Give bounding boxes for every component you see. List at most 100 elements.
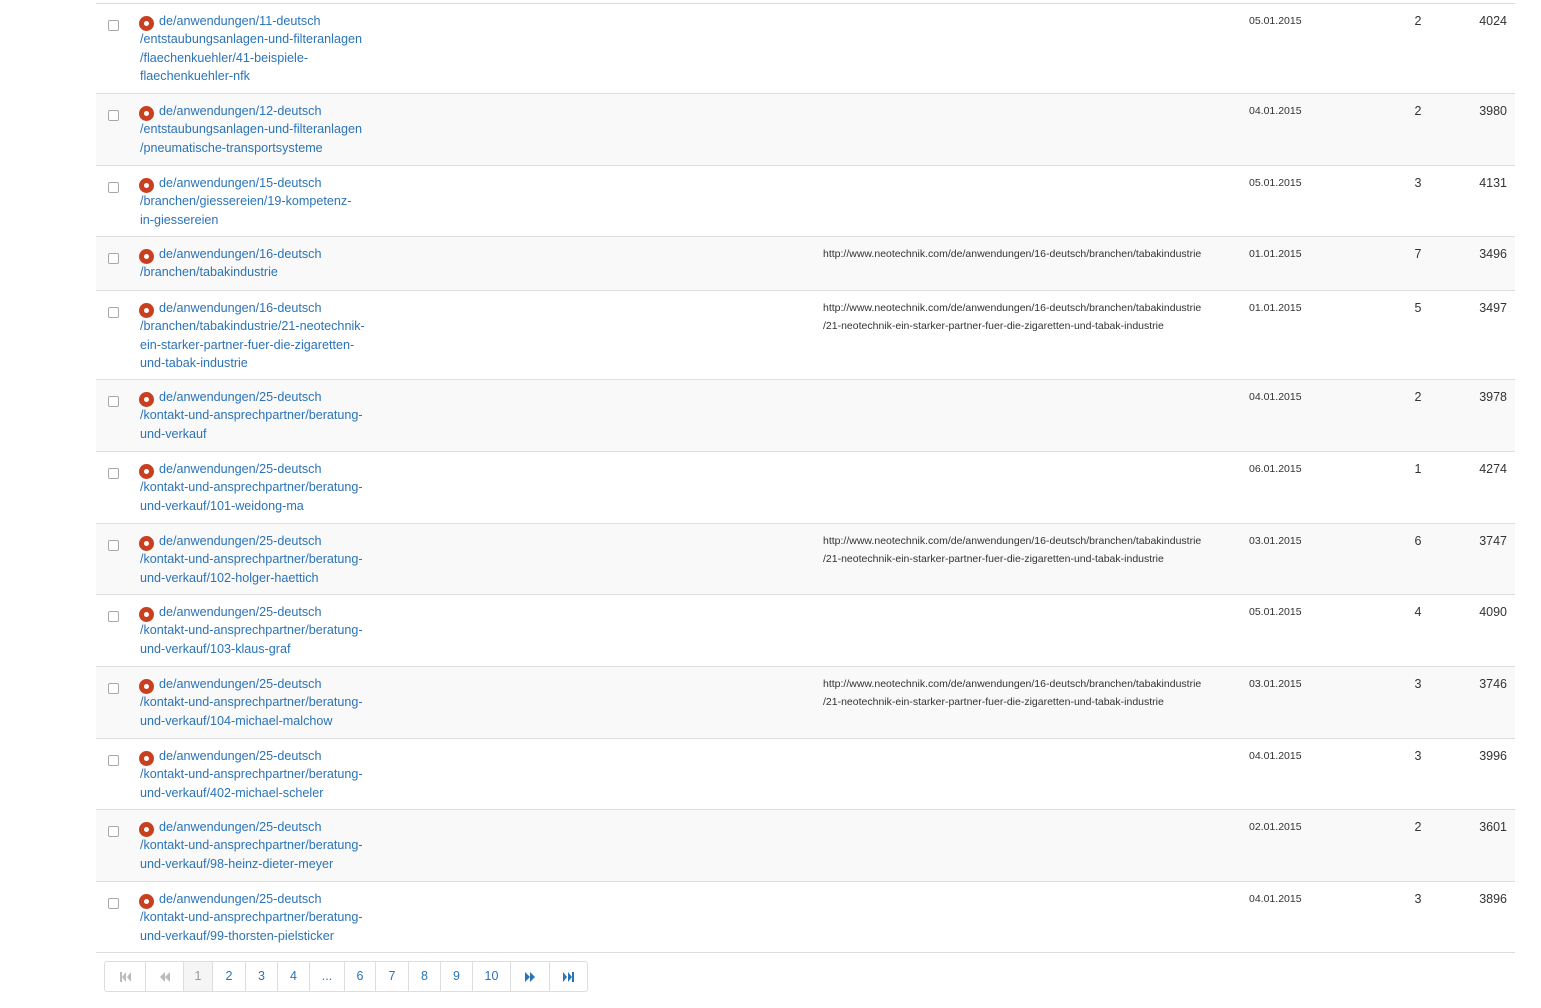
url-link[interactable]: de/anwendungen/16-deutsch /branchen/taba… (139, 299, 384, 372)
previous-page-button[interactable] (145, 962, 183, 991)
pagination: 1 2 3 4... 6 7 8 9 10 (104, 961, 588, 992)
table-row: de/anwendungen/25-deutsch /kontakt-und-a… (96, 739, 1515, 810)
url-text: de/anwendungen/11-deutsch /entstaubungsa… (140, 14, 362, 83)
redirect-table: de/anwendungen/11-deutsch /entstaubungsa… (96, 3, 1515, 953)
url-text: de/anwendungen/25-deutsch /kontakt-und-a… (140, 749, 363, 800)
row-checkbox[interactable] (108, 540, 119, 551)
url-text: de/anwendungen/25-deutsch /kontakt-und-a… (140, 462, 363, 513)
hit-count: 3 (1414, 677, 1422, 691)
table-row: de/anwendungen/25-deutsch /kontakt-und-a… (96, 882, 1515, 953)
pagination-ellipsis[interactable]: ... (309, 962, 344, 991)
url-link[interactable]: de/anwendungen/25-deutsch /kontakt-und-a… (139, 818, 384, 873)
url-text: de/anwendungen/25-deutsch /kontakt-und-a… (140, 820, 363, 871)
status-icon (139, 607, 154, 622)
hit-count: 6 (1414, 534, 1422, 548)
page-1-button[interactable]: 1 (183, 962, 212, 991)
hit-count: 7 (1414, 247, 1422, 261)
url-link[interactable]: de/anwendungen/16-deutsch /branchen/taba… (139, 245, 384, 282)
url-text: de/anwendungen/25-deutsch /kontakt-und-a… (140, 605, 363, 656)
url-text: de/anwendungen/16-deutsch /branchen/taba… (140, 301, 365, 370)
date-text: 04.01.2015 (1249, 105, 1302, 117)
url-text: de/anwendungen/15-deutsch /branchen/gies… (140, 176, 352, 227)
date-text: 04.01.2015 (1249, 893, 1302, 905)
referrer-text: http://www.neotechnik.com/de/anwendungen… (823, 535, 1202, 565)
row-id: 4090 (1479, 605, 1507, 619)
table-row: de/anwendungen/15-deutsch /branchen/gies… (96, 166, 1515, 237)
hit-count: 3 (1414, 892, 1422, 906)
row-id: 3601 (1479, 820, 1507, 834)
page-9-button[interactable]: 9 (440, 962, 472, 991)
status-icon (139, 679, 154, 694)
url-link[interactable]: de/anwendungen/12-deutsch /entstaubungsa… (139, 102, 384, 157)
hit-count: 2 (1414, 14, 1422, 28)
url-text: de/anwendungen/25-deutsch /kontakt-und-a… (140, 534, 363, 585)
row-checkbox[interactable] (108, 683, 119, 694)
page-3-button[interactable]: 3 (245, 962, 277, 991)
page-10-button[interactable]: 10 (472, 962, 510, 991)
status-icon (139, 392, 154, 407)
row-id: 3746 (1479, 677, 1507, 691)
url-link[interactable]: de/anwendungen/25-deutsch /kontakt-und-a… (139, 388, 384, 443)
date-text: 01.01.2015 (1249, 302, 1302, 314)
referrer-text: http://www.neotechnik.com/de/anwendungen… (823, 302, 1202, 332)
status-icon (139, 303, 154, 318)
row-checkbox[interactable] (108, 898, 119, 909)
page-8-button[interactable]: 8 (408, 962, 440, 991)
status-icon (139, 106, 154, 121)
table-row: de/anwendungen/16-deutsch /branchen/taba… (96, 237, 1515, 291)
hit-count: 4 (1414, 605, 1422, 619)
url-link[interactable]: de/anwendungen/25-deutsch /kontakt-und-a… (139, 747, 384, 802)
url-link[interactable]: de/anwendungen/25-deutsch /kontakt-und-a… (139, 603, 384, 658)
url-text: de/anwendungen/25-deutsch /kontakt-und-a… (140, 892, 363, 943)
row-checkbox[interactable] (108, 20, 119, 31)
row-checkbox[interactable] (108, 396, 119, 407)
row-checkbox[interactable] (108, 307, 119, 318)
row-checkbox[interactable] (108, 182, 119, 193)
referrer-text: http://www.neotechnik.com/de/anwendungen… (823, 678, 1202, 708)
row-id: 3996 (1479, 749, 1507, 763)
url-link[interactable]: de/anwendungen/25-deutsch /kontakt-und-a… (139, 532, 384, 587)
table-row: de/anwendungen/25-deutsch /kontakt-und-a… (96, 452, 1515, 524)
row-id: 4024 (1479, 14, 1507, 28)
row-id: 3747 (1479, 534, 1507, 548)
table-row: de/anwendungen/25-deutsch /kontakt-und-a… (96, 667, 1515, 739)
table-row: de/anwendungen/25-deutsch /kontakt-und-a… (96, 380, 1515, 452)
page-4-button[interactable]: 4 (277, 962, 309, 991)
row-checkbox[interactable] (108, 253, 119, 264)
table-row: de/anwendungen/11-deutsch /entstaubungsa… (96, 4, 1515, 94)
referrer-text: http://www.neotechnik.com/de/anwendungen… (823, 248, 1202, 260)
row-id: 3978 (1479, 390, 1507, 404)
first-page-button[interactable] (105, 962, 145, 991)
page-6-button[interactable]: 6 (344, 962, 375, 991)
date-text: 05.01.2015 (1249, 177, 1302, 189)
first-page-icon (119, 969, 131, 983)
row-checkbox[interactable] (108, 826, 119, 837)
row-checkbox[interactable] (108, 755, 119, 766)
row-id: 3980 (1479, 104, 1507, 118)
row-checkbox[interactable] (108, 110, 119, 121)
status-icon (139, 751, 154, 766)
table-row: de/anwendungen/12-deutsch /entstaubungsa… (96, 94, 1515, 166)
url-link[interactable]: de/anwendungen/25-deutsch /kontakt-und-a… (139, 460, 384, 515)
row-id: 4274 (1479, 462, 1507, 476)
row-id: 4131 (1479, 176, 1507, 190)
hit-count: 1 (1414, 462, 1422, 476)
url-link[interactable]: de/anwendungen/25-deutsch /kontakt-und-a… (139, 890, 384, 945)
hit-count: 3 (1414, 176, 1422, 190)
status-icon (139, 16, 154, 31)
url-text: de/anwendungen/12-deutsch /entstaubungsa… (140, 104, 362, 155)
next-page-button[interactable] (510, 962, 549, 991)
row-checkbox[interactable] (108, 468, 119, 479)
url-link[interactable]: de/anwendungen/11-deutsch /entstaubungsa… (139, 12, 384, 85)
url-text: de/anwendungen/16-deutsch /branchen/taba… (140, 247, 322, 280)
url-link[interactable]: de/anwendungen/15-deutsch /branchen/gies… (139, 174, 384, 229)
date-text: 05.01.2015 (1249, 606, 1302, 618)
last-page-button[interactable] (549, 962, 587, 991)
url-link[interactable]: de/anwendungen/25-deutsch /kontakt-und-a… (139, 675, 384, 730)
page-7-button[interactable]: 7 (375, 962, 408, 991)
url-text: de/anwendungen/25-deutsch /kontakt-und-a… (140, 677, 363, 728)
row-checkbox[interactable] (108, 611, 119, 622)
table-row: de/anwendungen/16-deutsch /branchen/taba… (96, 291, 1515, 380)
status-icon (139, 249, 154, 264)
page-2-button[interactable]: 2 (212, 962, 245, 991)
